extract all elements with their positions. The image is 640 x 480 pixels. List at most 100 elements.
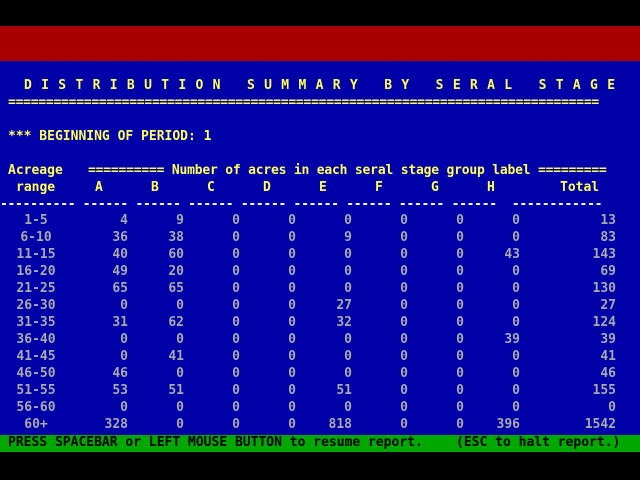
- cell-g: 0: [456, 281, 464, 296]
- cell-e: 818: [328, 417, 352, 432]
- cell-e: 0: [344, 281, 352, 296]
- column-header-f: F: [375, 180, 383, 195]
- report-screen: D I S T R I B U T I O N S U M M A R Y B …: [0, 61, 640, 435]
- cell-c: 0: [232, 383, 240, 398]
- table-row: 51-55 53 51 0 0 51 0 0 0 155: [0, 383, 640, 400]
- cell-b: 20: [168, 264, 184, 279]
- cell-total: 155: [592, 383, 616, 398]
- column-header-b: B: [151, 180, 159, 195]
- cell-total: 39: [600, 332, 616, 347]
- cell-total: 124: [592, 315, 616, 330]
- cell-total: 130: [592, 281, 616, 296]
- cell-c: 0: [232, 417, 240, 432]
- cell-c: 0: [232, 281, 240, 296]
- cell-h: 0: [512, 383, 520, 398]
- row-range: 36-40: [16, 332, 56, 347]
- cell-f: 0: [400, 366, 408, 381]
- cell-h: 0: [512, 315, 520, 330]
- header-acreage: Acreage: [8, 163, 63, 178]
- row-range: 51-55: [16, 383, 56, 398]
- cell-g: 0: [456, 366, 464, 381]
- header-band: [0, 26, 640, 61]
- cell-a: 49: [112, 264, 128, 279]
- cell-g: 0: [456, 230, 464, 245]
- row-range: 11-15: [16, 247, 56, 262]
- table-row: 31-35 31 62 0 0 32 0 0 0 124: [0, 315, 640, 332]
- cell-g: 0: [456, 417, 464, 432]
- bottom-black-border: [0, 452, 640, 480]
- cell-e: 51: [336, 383, 352, 398]
- cell-b: 51: [168, 383, 184, 398]
- cell-total: 83: [600, 230, 616, 245]
- cell-e: 0: [344, 366, 352, 381]
- cell-f: 0: [400, 349, 408, 364]
- cell-e: 0: [344, 264, 352, 279]
- cell-d: 0: [288, 281, 296, 296]
- table-row: 36-40 0 0 0 0 0 0 0 39 39: [0, 332, 640, 349]
- cell-d: 0: [288, 417, 296, 432]
- cell-a: 328: [104, 417, 128, 432]
- cell-a: 4: [120, 213, 128, 228]
- row-range: 41-45: [16, 349, 56, 364]
- status-bar: PRESS SPACEBAR or LEFT MOUSE BUTTON to r…: [0, 435, 640, 452]
- cell-total: 46: [600, 366, 616, 381]
- row-range: 60+: [24, 417, 48, 432]
- cell-d: 0: [288, 298, 296, 313]
- cell-b: 0: [176, 298, 184, 313]
- table-row: 60+ 328 0 0 0 818 0 0 396 1542: [0, 417, 640, 434]
- cell-f: 0: [400, 298, 408, 313]
- cell-b: 0: [176, 332, 184, 347]
- table-row: 41-45 0 41 0 0 0 0 0 0 41: [0, 349, 640, 366]
- cell-d: 0: [288, 366, 296, 381]
- table-row: 6-10 36 38 0 0 9 0 0 0 83: [0, 230, 640, 247]
- cell-total: 69: [600, 264, 616, 279]
- cell-f: 0: [400, 315, 408, 330]
- cell-b: 0: [176, 417, 184, 432]
- table-row: 1-5 4 9 0 0 0 0 0 0 13: [0, 213, 640, 230]
- cell-e: 0: [344, 332, 352, 347]
- header-group-label: ========== Number of acres in each seral…: [88, 163, 607, 178]
- cell-h: 0: [512, 264, 520, 279]
- title-rule: ========================================…: [8, 95, 599, 110]
- table-row: 26-30 0 0 0 0 27 0 0 0 27: [0, 298, 640, 315]
- cell-d: 0: [288, 247, 296, 262]
- resume-prompt[interactable]: PRESS SPACEBAR or LEFT MOUSE BUTTON to r…: [8, 435, 423, 451]
- cell-e: 0: [344, 349, 352, 364]
- cell-a: 0: [120, 349, 128, 364]
- cell-b: 41: [168, 349, 184, 364]
- cell-b: 9: [176, 213, 184, 228]
- top-black-border: [0, 0, 640, 26]
- cell-f: 0: [400, 400, 408, 415]
- period-label: *** BEGINNING OF PERIOD: 1: [8, 129, 212, 144]
- cell-a: 31: [112, 315, 128, 330]
- cell-c: 0: [232, 213, 240, 228]
- cell-h: 0: [512, 281, 520, 296]
- table-row: 11-15 40 60 0 0 0 0 0 43 143: [0, 247, 640, 264]
- cell-h: 39: [504, 332, 520, 347]
- cell-e: 0: [344, 400, 352, 415]
- cell-d: 0: [288, 383, 296, 398]
- table-row: 21-25 65 65 0 0 0 0 0 0 130: [0, 281, 640, 298]
- row-range: 46-50: [16, 366, 56, 381]
- row-range: 16-20: [16, 264, 56, 279]
- cell-a: 53: [112, 383, 128, 398]
- cell-g: 0: [456, 383, 464, 398]
- cell-f: 0: [400, 247, 408, 262]
- cell-g: 0: [456, 400, 464, 415]
- cell-a: 0: [120, 332, 128, 347]
- column-header-c: C: [207, 180, 215, 195]
- halt-hint[interactable]: (ESC to halt report.): [456, 435, 620, 451]
- header-total: Total: [560, 180, 600, 195]
- table-row: 56-60 0 0 0 0 0 0 0 0 0: [0, 400, 640, 417]
- cell-total: 13: [600, 213, 616, 228]
- cell-g: 0: [456, 247, 464, 262]
- row-range: 31-35: [16, 315, 56, 330]
- cell-h: 0: [512, 366, 520, 381]
- cell-total: 27: [600, 298, 616, 313]
- cell-e: 0: [344, 247, 352, 262]
- cell-d: 0: [288, 230, 296, 245]
- cell-g: 0: [456, 298, 464, 313]
- cell-f: 0: [400, 230, 408, 245]
- cell-total: 143: [592, 247, 616, 262]
- cell-e: 27: [336, 298, 352, 313]
